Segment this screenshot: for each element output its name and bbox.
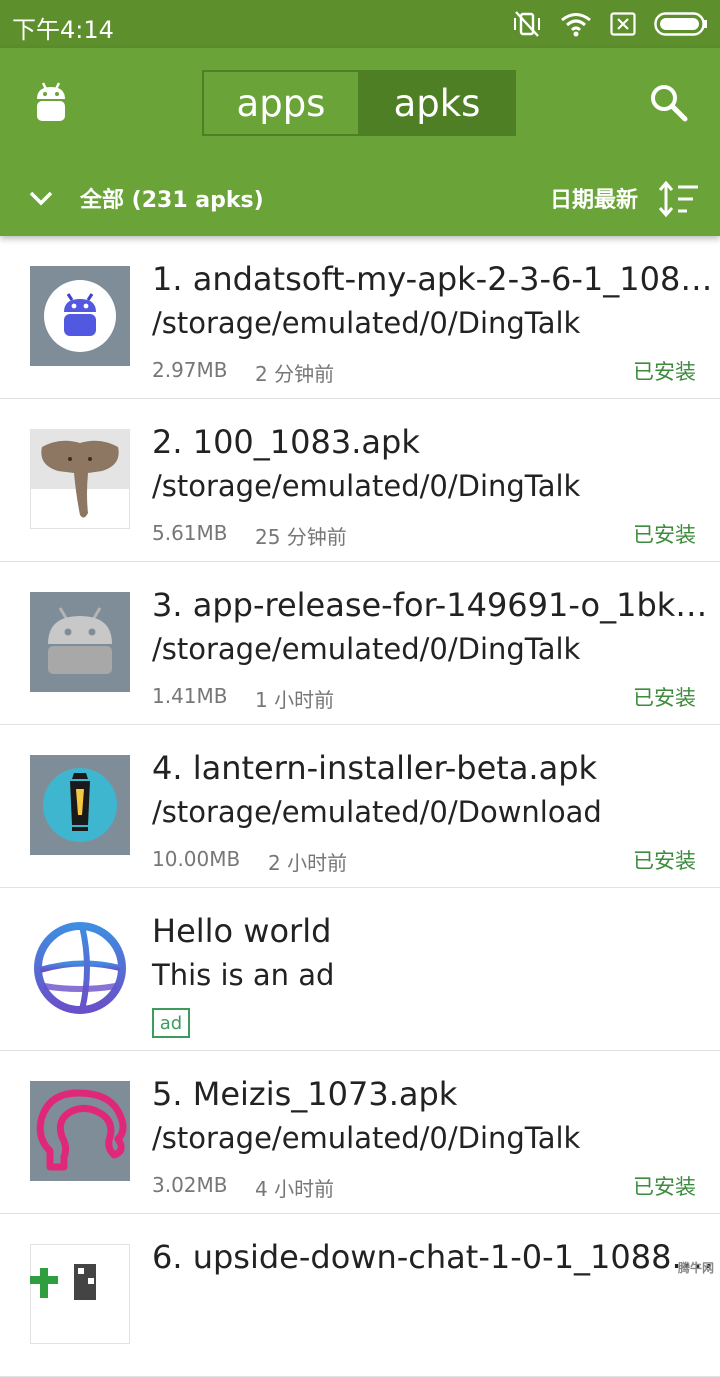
apk-time: 25 分钟前	[255, 525, 347, 549]
list-item[interactable]: 6. upside-down-chat-1-0-1_1088.apk	[0, 1214, 720, 1377]
tab-apks[interactable]: apks	[360, 72, 514, 134]
list-item[interactable]: 2. 100_1083.apk /storage/emulated/0/Ding…	[0, 399, 720, 562]
apk-path: /storage/emulated/0/DingTalk	[152, 469, 581, 503]
apk-title: 6. upside-down-chat-1-0-1_1088.apk	[152, 1238, 714, 1276]
list-item[interactable]: 1. andatsoft-my-apk-2-3-6-1_1088.apk /st…	[0, 236, 720, 399]
vibrate-off-icon	[514, 11, 540, 37]
apk-path: /storage/emulated/0/DingTalk	[152, 306, 581, 340]
apk-list: 1. andatsoft-my-apk-2-3-6-1_1088.apk /st…	[0, 236, 720, 1377]
apk-path: /storage/emulated/0/DingTalk	[152, 632, 581, 666]
apk-size: 1.41MB	[152, 684, 228, 708]
status-time: 下午4:14	[12, 16, 114, 44]
source-toggle: apps apks	[202, 70, 516, 136]
filter-dropdown[interactable]: 全部 (231 apks)	[80, 182, 264, 214]
installed-status: 已安装	[633, 686, 696, 710]
apk-path: /storage/emulated/0/DingTalk	[152, 1121, 581, 1155]
apk-title: 5. Meizis_1073.apk	[152, 1075, 458, 1113]
status-bar: 下午4:14	[0, 0, 720, 48]
android-logo-icon[interactable]	[34, 82, 68, 124]
app-bar: apps apks 全部 (231 apks) 日期最新	[0, 48, 720, 236]
globe-ad-icon	[34, 922, 126, 1014]
apk-size: 5.61MB	[152, 521, 228, 545]
search-icon[interactable]	[648, 82, 688, 122]
apk-path: /storage/emulated/0/Download	[152, 795, 602, 829]
apk-size: 2.97MB	[152, 358, 228, 382]
chevron-down-icon[interactable]	[28, 188, 54, 208]
apk-size: 3.02MB	[152, 1173, 228, 1197]
sort-label[interactable]: 日期最新	[550, 182, 638, 214]
meizis-icon	[30, 1081, 130, 1181]
apk-title: 1. andatsoft-my-apk-2-3-6-1_1088.apk	[152, 260, 714, 298]
apk-size: 10.00MB	[152, 847, 241, 871]
apk-time: 2 分钟前	[255, 362, 335, 386]
watermark: 腾牛网	[677, 1261, 714, 1275]
installed-status: 已安装	[633, 360, 696, 384]
tab-apps[interactable]: apps	[204, 72, 360, 134]
apk-title: 3. app-release-for-149691-o_1bknvsqm-apk	[152, 586, 714, 624]
wifi-icon	[561, 13, 591, 37]
android-default-icon	[30, 592, 130, 692]
list-item[interactable]: 5. Meizis_1073.apk /storage/emulated/0/D…	[0, 1051, 720, 1214]
upside-down-icon	[30, 1244, 130, 1344]
apk-time: 4 小时前	[255, 1177, 335, 1201]
installed-status: 已安装	[633, 1175, 696, 1199]
installed-status: 已安装	[633, 849, 696, 873]
ad-title: Hello world	[152, 912, 332, 950]
lantern-icon	[30, 755, 130, 855]
android-robot-icon	[30, 266, 130, 366]
apk-time: 1 小时前	[255, 688, 335, 712]
apk-time: 2 小时前	[268, 851, 348, 875]
installed-status: 已安装	[633, 523, 696, 547]
sort-icon[interactable]	[658, 180, 700, 218]
no-sim-icon	[610, 12, 636, 36]
list-item[interactable]: 3. app-release-for-149691-o_1bknvsqm-apk…	[0, 562, 720, 725]
apk-title: 2. 100_1083.apk	[152, 423, 420, 461]
elephant-icon	[30, 429, 130, 529]
ad-item[interactable]: Hello world This is an ad ad	[0, 888, 720, 1051]
apk-title: 4. lantern-installer-beta.apk	[152, 749, 598, 787]
filter-row: 全部 (231 apks) 日期最新	[0, 170, 720, 230]
ad-subtitle: This is an ad	[152, 958, 335, 992]
battery-icon	[654, 12, 707, 36]
list-item[interactable]: 4. lantern-installer-beta.apk /storage/e…	[0, 725, 720, 888]
ad-badge: ad	[152, 1008, 190, 1038]
